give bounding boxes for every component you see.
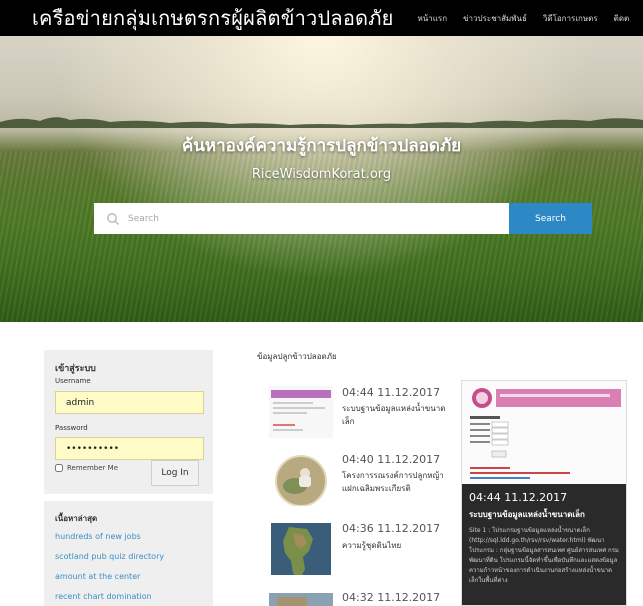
featured-post-title[interactable]: ระบบฐานข้อมูลแหล่งน้ำขนาดเล็ก [469,508,621,521]
recent-link[interactable]: recent chart domination [55,592,152,601]
site-title[interactable]: เครือข่ายกลุ่มเกษตรกรผู้ผลิตข้าวปลอดภัย [0,2,394,34]
top-navbar: เครือข่ายกลุ่มเกษตรกรผู้ผลิตข้าวปลอดภัย … [0,0,643,36]
page: เครือข่ายกลุ่มเกษตรกรผู้ผลิตข้าวปลอดภัย … [0,0,643,606]
nav-contact[interactable]: ติดต [614,12,630,25]
recent-link[interactable]: hundreds of new jobs [55,532,141,541]
post-title[interactable]: ความรู้ชุดดินไทย [342,539,450,552]
recent-title: เนื้อหาล่าสุด [55,514,98,523]
featured-post-image [462,381,626,484]
remember-me-label: Remember Me [67,464,118,472]
featured-post-overlay: 04:44 11.12.2017 ระบบฐานข้อมูลแหล่งน้ำขน… [462,484,626,605]
nav-videos[interactable]: วิดีโอการเกษตร [543,12,598,25]
nav-news[interactable]: ข่าวประชาสัมพันธ์ [463,12,527,25]
post-time: 04:32 11.12.2017 [342,591,441,604]
search-icon [107,212,119,225]
post-title[interactable]: ระบบฐานข้อมูลแหล่งน้ำขนาดเล็ก [342,402,450,428]
recent-content-panel: เนื้อหาล่าสุด hundreds of new jobs scotl… [44,501,213,606]
hero-banner: ค้นหาองค์ความรู้การปลูกข้าวปลอดภัย RiceW… [0,36,643,322]
recent-link[interactable]: scotland pub quiz directory [55,552,164,561]
hero-subtitle: RiceWisdomKorat.org [251,167,392,182]
post-thumbnail[interactable] [269,592,333,606]
remember-me[interactable]: Remember Me [55,464,118,472]
post-title[interactable]: โครงการรณรงค์การปลูกหญ้าแฝกเฉลิมพระเกียร… [342,469,450,495]
search-field[interactable] [94,203,509,234]
featured-post-card[interactable]: 04:44 11.12.2017 ระบบฐานข้อมูลแหล่งน้ำขน… [461,380,627,606]
post-thumbnail[interactable] [269,386,333,438]
main-nav: หน้าแรก ข่าวประชาสัมพันธ์ วิดีโอการเกษตร… [418,12,643,25]
login-title: เข้าสู่ระบบ [55,364,96,374]
section-title: ข้อมูลปลูกข้าวปลอดภัย [257,352,337,361]
recent-link[interactable]: amount at the center [55,572,140,581]
featured-post-excerpt: Site 1 : โปรแกรมฐานข้อมูลแหล่งน้ำขนาดเล็… [469,527,619,584]
post-thumbnail[interactable] [269,454,333,506]
remember-me-checkbox[interactable] [55,464,63,472]
post-time: 04:44 11.12.2017 [342,386,441,399]
search-bar: Search [94,203,592,234]
search-button[interactable]: Search [509,203,592,234]
search-input[interactable] [128,213,488,224]
password-label: Password [55,424,88,432]
featured-post-time: 04:44 11.12.2017 [469,491,568,504]
nav-home[interactable]: หน้าแรก [418,12,448,25]
password-field[interactable] [55,437,204,460]
username-field[interactable] [55,391,204,414]
post-time: 04:40 11.12.2017 [342,453,441,466]
tree-line-image [0,117,643,128]
username-label: Username [55,377,91,385]
hero-title: ค้นหาองค์ความรู้การปลูกข้าวปลอดภัย [181,136,462,156]
post-time: 04:36 11.12.2017 [342,522,441,535]
login-button[interactable]: Log In [151,460,199,486]
post-thumbnail[interactable] [269,523,333,575]
